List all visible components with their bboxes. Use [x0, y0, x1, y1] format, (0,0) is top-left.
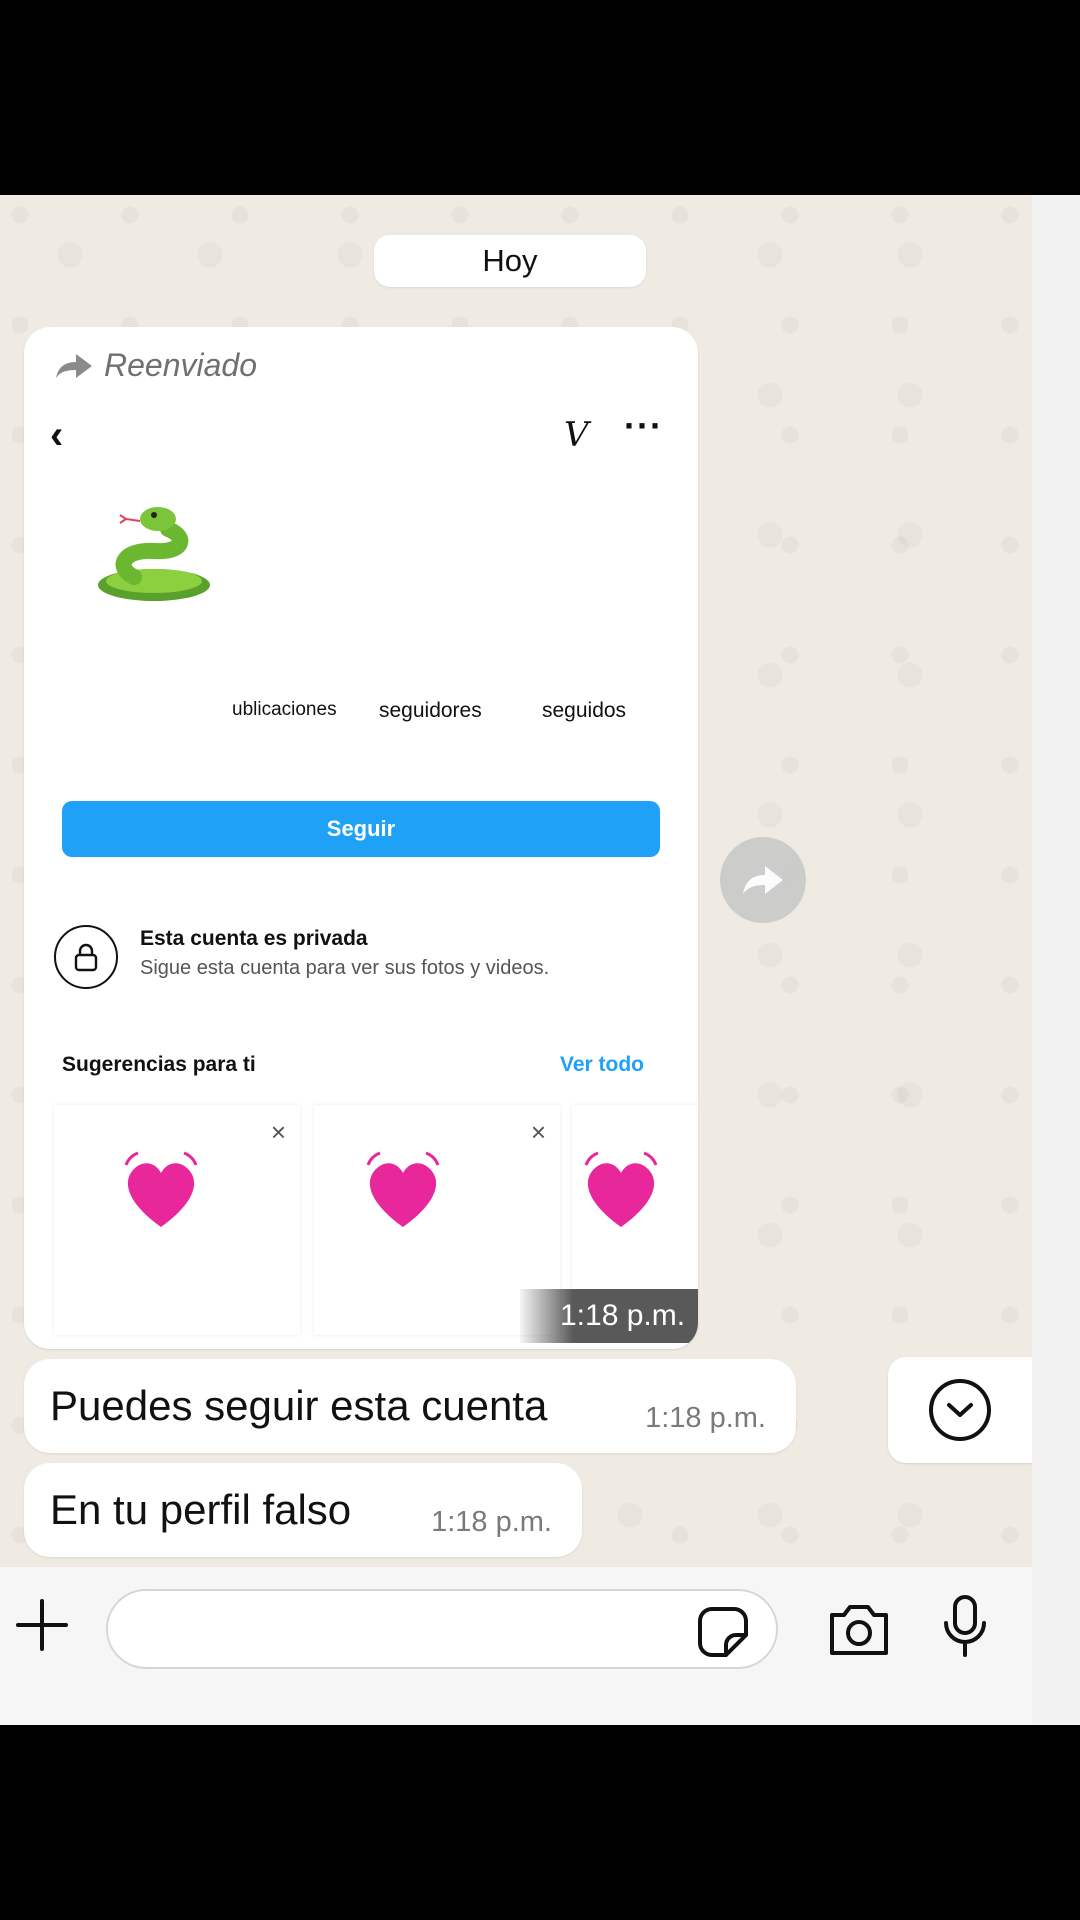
follow-button: Seguir [62, 801, 660, 857]
message-timestamp: 1:18 p.m. [645, 1402, 766, 1434]
bottom-black-area [0, 1725, 1080, 1920]
see-all-link: Ver todo [560, 1053, 645, 1076]
private-account-title: Esta cuenta es privada [140, 927, 368, 950]
stat-following-label: seguidos [542, 699, 627, 722]
message-text: En tu perfil falso [50, 1486, 352, 1533]
snake-avatar [98, 507, 210, 601]
sticker-icon[interactable] [696, 1605, 750, 1659]
message-timestamp: 1:18 p.m. [520, 1289, 698, 1343]
text-message[interactable]: Puedes seguir esta cuenta 1:18 p.m. [24, 1359, 796, 1453]
header-v-icon: V [564, 415, 589, 455]
suggestions-title: Sugerencias para ti [62, 1053, 256, 1076]
share-arrow-icon [743, 866, 783, 894]
heart-emoji [584, 1151, 658, 1227]
chevron-down-icon [929, 1379, 991, 1441]
right-edge [1032, 195, 1080, 1725]
close-icon: × [270, 1117, 286, 1147]
forwarded-label: Reenviado [104, 347, 257, 383]
camera-icon[interactable] [826, 1599, 892, 1659]
forwarded-label-row: Reenviado [54, 347, 257, 384]
lock-icon [54, 925, 118, 989]
message-input[interactable] [106, 1589, 778, 1669]
stat-posts-label: ublicaciones [232, 699, 337, 720]
share-button[interactable] [720, 837, 806, 923]
status-bar-area [0, 0, 1080, 195]
heart-emoji [124, 1151, 198, 1227]
message-text: Puedes seguir esta cuenta [50, 1382, 548, 1429]
plus-icon[interactable] [14, 1597, 70, 1653]
forwarded-image-message[interactable]: Reenviado ‹ V ··· ublicaciones seguidore… [24, 327, 698, 1349]
chat-area[interactable]: Hoy Reenviado ‹ V ··· ublicaciones segui… [0, 195, 1032, 1567]
message-timestamp: 1:18 p.m. [431, 1506, 552, 1538]
private-account-subtitle: Sigue esta cuenta para ver sus fotos y v… [140, 957, 550, 979]
forward-arrow-icon [56, 353, 92, 378]
back-arrow-icon: ‹ [50, 413, 64, 457]
text-message[interactable]: En tu perfil falso 1:18 p.m. [24, 1463, 582, 1557]
heart-emoji [366, 1151, 440, 1227]
more-options-icon: ··· [624, 405, 663, 446]
microphone-icon[interactable] [940, 1593, 990, 1659]
scroll-to-bottom-button[interactable] [888, 1357, 1032, 1463]
message-input-bar [0, 1567, 1032, 1725]
suggestion-card: × [54, 1105, 300, 1335]
close-icon: × [530, 1117, 546, 1147]
stat-followers-label: seguidores [379, 699, 482, 722]
date-separator: Hoy [374, 235, 646, 287]
